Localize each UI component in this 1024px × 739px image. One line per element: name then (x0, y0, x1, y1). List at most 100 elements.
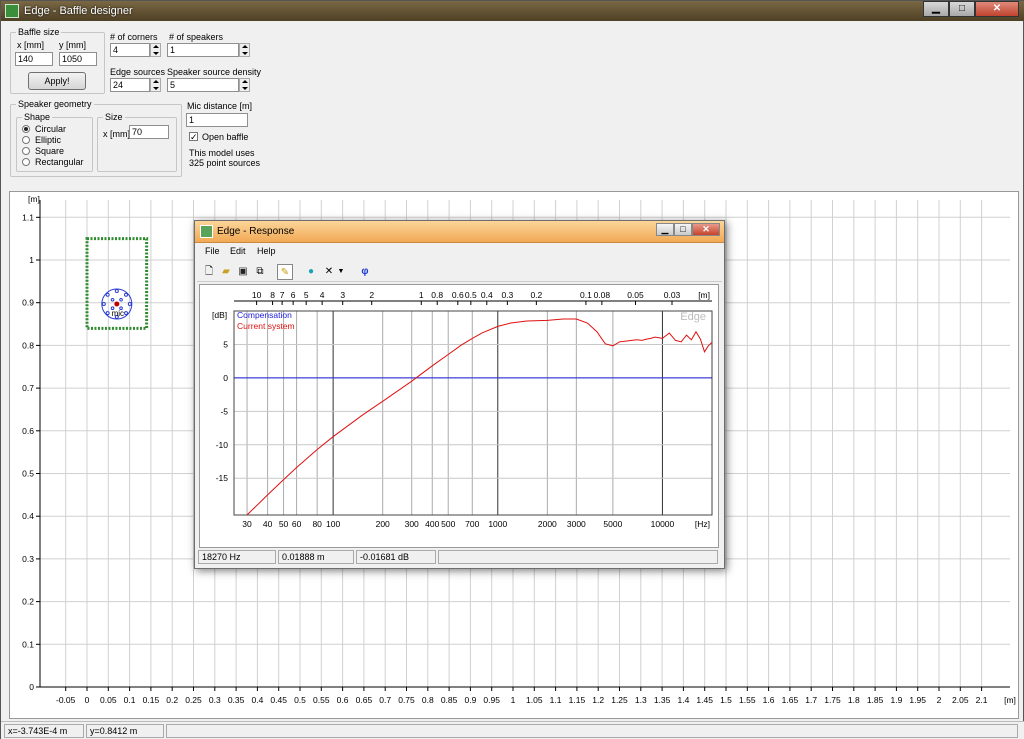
x-tick-label: 1 (511, 695, 516, 705)
response-toolbar: 🗋 ▰ ▣ ⧉ ✎ ● ✕ ▼ φ (197, 262, 722, 282)
speakers-input[interactable]: 1 (167, 43, 239, 57)
x-tick-label: 2 (937, 695, 942, 705)
shape-radio-elliptic[interactable] (22, 136, 30, 144)
menu-edit[interactable]: Edit (230, 246, 246, 256)
baffle-y-input[interactable]: 1050 (59, 52, 97, 66)
menu-file[interactable]: File (205, 246, 220, 256)
response-minimize-button[interactable]: ▁ (656, 223, 674, 236)
status-bar: x=-3.743E-4 m y=0.8412 m (1, 721, 1024, 739)
y-tick-label: -5 (220, 406, 228, 416)
x-tick-label: 60 (292, 519, 302, 529)
top-tick-label: 0.2 (530, 290, 542, 300)
x-tick-label: 0.2 (166, 695, 178, 705)
x-tick-label: 1.05 (526, 695, 543, 705)
cross-icon[interactable]: ✕ (321, 264, 337, 280)
model-info-line2: 325 point sources (189, 158, 261, 168)
x-tick-label: 0.15 (143, 695, 160, 705)
response-maximize-button[interactable]: □ (674, 223, 692, 236)
speaker-density-input[interactable]: 5 (167, 78, 239, 92)
x-unit-label: [m] (1004, 695, 1016, 705)
speaker-source-dot (124, 292, 129, 297)
x-tick-label: 1.35 (654, 695, 671, 705)
model-info-line1: This model uses (189, 148, 255, 158)
x-tick-label: 0.45 (270, 695, 287, 705)
shape-label-elliptic: Elliptic (35, 135, 62, 145)
open-baffle-checkbox[interactable]: ✓ (189, 132, 198, 142)
top-tick-label: 0.4 (481, 290, 493, 300)
response-title-bar[interactable]: Edge - Response ▁ □ ✕ (195, 221, 724, 243)
corners-input[interactable]: 4 (110, 43, 150, 57)
top-tick-label: 8 (270, 290, 275, 300)
speakers-spinner[interactable] (239, 43, 250, 57)
shape-radio-rectangular[interactable] (22, 158, 30, 166)
y-tick-label: 0.1 (22, 639, 34, 649)
top-tick-label: 0.8 (431, 290, 443, 300)
speaker-source-dot (105, 292, 110, 297)
x-tick-label: 0.9 (464, 695, 476, 705)
y-tick-label: 0.2 (22, 597, 34, 607)
menu-help[interactable]: Help (257, 246, 276, 256)
pen-icon[interactable]: ✎ (277, 264, 293, 280)
new-icon[interactable]: 🗋 (201, 264, 217, 280)
copy-icon[interactable]: ⧉ (252, 264, 268, 280)
apply-button[interactable]: Apply! (28, 72, 86, 90)
x-tick-label: 100 (326, 519, 340, 529)
response-status-blank (438, 550, 718, 564)
top-axis-unit: [m] (698, 290, 710, 300)
app-icon (5, 4, 19, 18)
close-button[interactable]: ✕ (975, 1, 1019, 17)
x-tick-label: 0.95 (483, 695, 500, 705)
top-tick-label: 0.1 (580, 290, 592, 300)
corners-spinner[interactable] (150, 43, 161, 57)
x-tick-label: 80 (312, 519, 322, 529)
corners-label: # of corners (110, 32, 158, 42)
top-tick-label: 0.05 (627, 290, 644, 300)
phi-icon[interactable]: φ (357, 264, 373, 280)
x-tick-label: 700 (465, 519, 479, 529)
edge-sources-input[interactable]: 24 (110, 78, 150, 92)
dropdown-icon[interactable]: ▼ (336, 264, 346, 280)
x-tick-label: 2.1 (976, 695, 988, 705)
minimize-button[interactable]: ▁ (923, 1, 949, 17)
x-tick-label: 0.8 (422, 695, 434, 705)
y-axis-label: [dB] (212, 310, 227, 320)
sphere-icon[interactable]: ● (303, 264, 319, 280)
x-tick-label: 1.65 (782, 695, 799, 705)
x-tick-label: 5000 (603, 519, 622, 529)
shape-radio-circular[interactable] (22, 125, 30, 133)
edge-sources-spinner[interactable] (150, 78, 161, 92)
top-tick-label: 0.3 (501, 290, 513, 300)
x-tick-label: 1.55 (739, 695, 756, 705)
open-icon[interactable]: ▰ (218, 264, 234, 280)
x-tick-label: 1.4 (677, 695, 689, 705)
speaker-density-spinner[interactable] (239, 78, 250, 92)
x-tick-label: 1.85 (867, 695, 884, 705)
mic-distance-input[interactable]: 1 (186, 113, 248, 127)
x-tick-label: 0.3 (209, 695, 221, 705)
title-bar[interactable]: Edge - Baffle designer ▁ □ ✕ (1, 1, 1024, 21)
x-tick-label: 0.7 (379, 695, 391, 705)
x-tick-label: 1.95 (909, 695, 926, 705)
x-tick-label: 0.4 (251, 695, 263, 705)
y-tick-label: 0.4 (22, 511, 34, 521)
x-tick-label: 1.8 (848, 695, 860, 705)
y-tick-label: -10 (216, 440, 229, 450)
x-tick-label: 0.55 (313, 695, 330, 705)
size-x-input[interactable]: 70 (129, 125, 169, 139)
baffle-y-label: y [mm] (59, 40, 86, 50)
response-close-button[interactable]: ✕ (692, 223, 720, 236)
top-tick-label: 7 (280, 290, 285, 300)
response-window: Edge - Response ▁ □ ✕ File Edit Help 🗋 ▰… (194, 220, 725, 569)
speaker-source-dot (101, 301, 106, 306)
response-plot-area[interactable]: 30 40 50 60 80 100 200 300 400 500 700 1000 2000 3000… (199, 284, 719, 548)
x-tick-label: 300 (405, 519, 419, 529)
speaker-geometry-label: Speaker geometry (16, 99, 94, 109)
save-icon[interactable]: ▣ (235, 264, 251, 280)
x-tick-label: 0.5 (294, 695, 306, 705)
shape-radio-square[interactable] (22, 147, 30, 155)
x-tick-label: 10000 (651, 519, 675, 529)
x-tick-label: 0.05 (100, 695, 117, 705)
x-tick-label: 3000 (567, 519, 586, 529)
baffle-x-input[interactable]: 140 (15, 52, 53, 66)
maximize-button[interactable]: □ (949, 1, 975, 17)
